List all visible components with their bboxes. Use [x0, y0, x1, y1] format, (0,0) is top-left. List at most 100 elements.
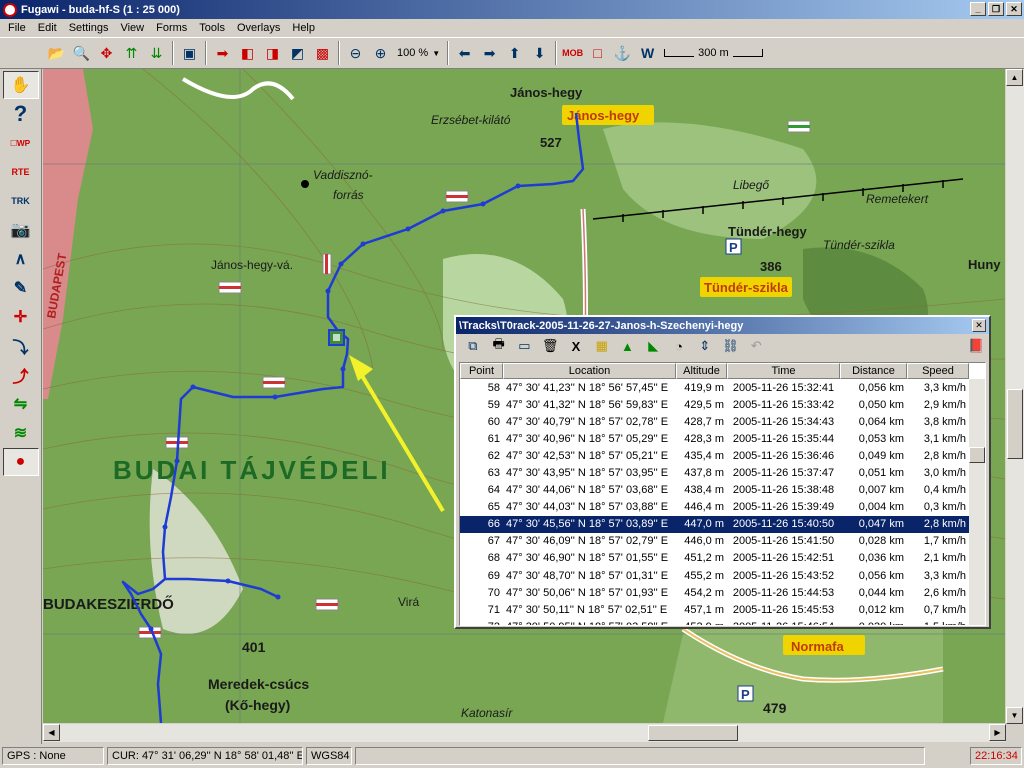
table-scrollbar[interactable] — [969, 379, 985, 625]
column-header-altitude[interactable]: Altitude — [676, 363, 727, 379]
column-header-point[interactable]: Point — [460, 363, 503, 379]
waypoint-window-icon[interactable]: ◧ — [236, 42, 259, 65]
column-header-time[interactable]: Time — [727, 363, 840, 379]
camera-icon[interactable]: 📷 — [3, 216, 39, 244]
undo-icon[interactable]: ↶ — [745, 336, 767, 356]
cell-point: 71 — [487, 603, 500, 616]
stop-icon[interactable]: □ — [586, 42, 609, 65]
close-button[interactable]: ✕ — [1006, 2, 1022, 16]
table-body: 58 47° 30' 41,23'' N 18° 56' 57,45'' E 419… — [460, 379, 985, 625]
menu-forms[interactable]: Forms — [150, 22, 193, 34]
table-row[interactable]: 64 47° 30' 44,06'' N 18° 57' 03,68'' E 438… — [460, 482, 985, 499]
scroll-up-icon[interactable]: ▲ — [1006, 69, 1023, 86]
zoom-in-icon[interactable]: ⊕ — [369, 42, 392, 65]
display-icon[interactable]: ▣ — [178, 42, 201, 65]
column-header-speed[interactable]: Speed — [907, 363, 969, 379]
route-window-icon[interactable]: ◨ — [261, 42, 284, 65]
selected-point-marker[interactable] — [328, 329, 345, 346]
monitor-icon[interactable]: ▭ — [514, 336, 536, 356]
route-append-icon[interactable]: ⤴ — [3, 361, 39, 389]
table-row[interactable]: 68 47° 30' 46,90'' N 18° 57' 01,55'' E 451… — [460, 550, 985, 567]
track-record-icon[interactable]: ● — [2, 448, 39, 476]
minimize-button[interactable]: _ — [970, 2, 986, 16]
table-row[interactable]: 63 47° 30' 43,95'' N 18° 57' 03,95'' E 437… — [460, 464, 985, 481]
menu-settings[interactable]: Settings — [63, 22, 115, 34]
link-icon[interactable]: ⛓ — [720, 336, 742, 356]
pan-down-icon[interactable]: ⬇ — [528, 42, 551, 65]
pan-right-icon[interactable]: ➡ — [478, 42, 501, 65]
column-header-location[interactable]: Location — [503, 363, 676, 379]
table-row[interactable]: 59 47° 30' 41,32'' N 18° 56' 59,83'' E 429… — [460, 396, 985, 413]
help-query-icon[interactable]: ? — [3, 100, 39, 128]
table-row[interactable]: 66 47° 30' 45,56'' N 18° 57' 03,89'' E 447… — [460, 515, 985, 533]
graph-icon[interactable]: ◣ — [642, 336, 664, 356]
pan-left-icon[interactable]: ⬅ — [453, 42, 476, 65]
compass-draw-icon[interactable]: ∧ — [3, 245, 39, 273]
map-icon[interactable]: ▦ — [591, 336, 613, 356]
table-row[interactable]: 61 47° 30' 40,96'' N 18° 57' 05,29'' E 428… — [460, 430, 985, 447]
mob-icon[interactable]: MOB — [561, 42, 584, 65]
menu-edit[interactable]: Edit — [32, 22, 63, 34]
table-row[interactable]: 70 47° 30' 50,06'' N 18° 57' 01,93'' E 454… — [460, 584, 985, 601]
copy-icon[interactable]: ⧉ — [462, 336, 484, 356]
track-window-icon[interactable]: ◩ — [286, 42, 309, 65]
map-horizontal-scrollbar[interactable]: ◀ ▶ — [43, 724, 1006, 742]
map-window-icon[interactable]: ▩ — [311, 42, 334, 65]
menu-help[interactable]: Help — [286, 22, 321, 34]
pan-arrows-icon[interactable]: ✥ — [95, 42, 118, 65]
crosshair-icon[interactable]: ✛ — [3, 303, 39, 331]
profile-icon[interactable]: ▲ — [617, 336, 639, 356]
hand-tool-icon[interactable]: ✋ — [2, 71, 39, 99]
find-map-icon[interactable]: 🔍 — [70, 42, 93, 65]
zoom-level[interactable]: 100 % — [393, 47, 432, 59]
pan-up-icon[interactable]: ⬆ — [503, 42, 526, 65]
table-row[interactable]: 67 47° 30' 46,09'' N 18° 57' 02,79'' E 446… — [460, 533, 985, 550]
menu-view[interactable]: View — [114, 22, 150, 34]
print-icon[interactable]: 🖶 — [488, 336, 510, 356]
layer-down-icon[interactable]: ⇊ — [145, 42, 168, 65]
speedometer-icon[interactable]: ◔ — [668, 336, 690, 356]
layer-stack-icon[interactable]: ≋ — [3, 419, 39, 447]
track-window-close-button[interactable]: ✕ — [972, 319, 986, 332]
vertical-scroll-thumb[interactable] — [1007, 389, 1023, 459]
book-icon[interactable]: 📕 — [965, 336, 987, 356]
zoom-dropdown-icon[interactable]: ▼ — [432, 49, 440, 58]
anchor-icon[interactable]: ⚓ — [611, 42, 634, 65]
menu-file[interactable]: File — [2, 22, 32, 34]
zoom-out-icon[interactable]: ⊖ — [344, 42, 367, 65]
wind-icon[interactable]: W — [636, 42, 659, 65]
layer-up-icon[interactable]: ⇈ — [120, 42, 143, 65]
column-header-distance[interactable]: Distance — [840, 363, 907, 379]
table-scroll-thumb[interactable] — [969, 447, 985, 463]
track-window-title[interactable]: \Tracks\T0rack-2005-11-26-27-Janos-h-Sze… — [456, 317, 989, 334]
table-row[interactable]: 69 47° 30' 48,70'' N 18° 57' 01,31'' E 455… — [460, 567, 985, 584]
scroll-down-icon[interactable]: ▼ — [1006, 707, 1023, 724]
track-tool-icon[interactable]: TRK — [3, 187, 39, 215]
map-vertical-scrollbar[interactable]: ▲ ▼ — [1006, 69, 1024, 724]
table-row[interactable]: 7247° 30' 50,95'' N 18° 57' 03,58'' E453… — [460, 618, 985, 625]
route-tool-icon[interactable]: RTE — [3, 158, 39, 186]
waypoint-tool-icon[interactable]: □ WP — [3, 129, 39, 157]
restore-button[interactable]: ❐ — [988, 2, 1004, 16]
table-row[interactable]: 65 47° 30' 44,03'' N 18° 57' 03,88'' E 446… — [460, 499, 985, 516]
table-row[interactable]: 60 47° 30' 40,79'' N 18° 57' 02,78'' E 428… — [460, 413, 985, 430]
cell-speed: 3,0 km/h — [923, 467, 966, 480]
table-row[interactable]: 62 47° 30' 42,53'' N 18° 57' 05,21'' E 435… — [460, 447, 985, 464]
table-row[interactable]: 71 47° 30' 50,11'' N 18° 57' 02,51'' E 457… — [460, 601, 985, 618]
menu-overlays[interactable]: Overlays — [231, 22, 286, 34]
pen-tool-icon[interactable]: ✎ — [3, 274, 39, 302]
cell-location: 47° 30' 50,95'' N 18° 57' 03,58'' E — [503, 621, 676, 625]
route-insert-icon[interactable]: ⤵ — [3, 332, 39, 360]
horizontal-scroll-thumb[interactable] — [648, 725, 738, 741]
scroll-left-icon[interactable]: ◀ — [43, 724, 60, 741]
table-row[interactable]: 58 47° 30' 41,23'' N 18° 56' 57,45'' E 419… — [460, 379, 985, 396]
send-to-gps-icon[interactable]: ➡ — [211, 42, 234, 65]
split-icon[interactable]: ⇕ — [694, 336, 716, 356]
menu-tools[interactable]: Tools — [193, 22, 231, 34]
cut-icon[interactable]: X — [565, 336, 587, 356]
cell-time: 2005-11-26 15:41:50 — [732, 535, 835, 548]
open-folder-icon[interactable]: 📂 — [45, 42, 68, 65]
layer-transfer-icon[interactable]: ⇋ — [3, 390, 39, 418]
delete-icon[interactable]: 🗑 — [539, 336, 561, 356]
scroll-right-icon[interactable]: ▶ — [989, 724, 1006, 741]
